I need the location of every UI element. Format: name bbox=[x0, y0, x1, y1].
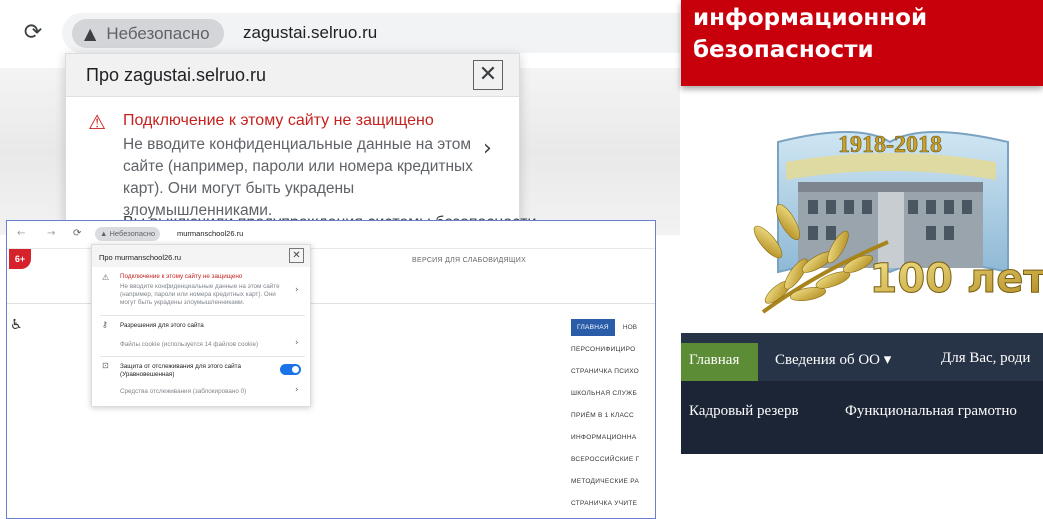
divider bbox=[100, 315, 305, 316]
chevron-right-icon[interactable]: › bbox=[295, 285, 299, 295]
menu-item-main[interactable]: ГЛАВНАЯ bbox=[571, 319, 615, 336]
tracking-protection-label: Защита от отслеживания для этого сайта (… bbox=[120, 363, 241, 378]
warning-icon: ⚠ bbox=[102, 273, 110, 282]
site-menu: ГЛАВНАЯ НОВ ПЕРСОНИФИЦИРО СТРАНИЧКА ПСИХ… bbox=[571, 319, 655, 518]
connection-warning-body: Не вводите конфиденциальные данные на эт… bbox=[123, 136, 473, 219]
chevron-right-icon[interactable]: › bbox=[295, 385, 299, 395]
navbar-row-2: Кадровый резерв Функциональная грамотно bbox=[681, 381, 1043, 454]
warning-triangle-icon: ▲ bbox=[84, 24, 97, 43]
popup-header: Про zagustai.selruo.ru ✕ bbox=[66, 54, 519, 97]
security-chip[interactable]: ▲ Небезопасно bbox=[95, 227, 161, 241]
tracking-protection-toggle[interactable] bbox=[280, 364, 301, 375]
nav-item-parents[interactable]: Для Вас, роди bbox=[941, 350, 1030, 367]
trackers-label[interactable]: Средства отслеживания (заблокировано 0) bbox=[120, 388, 246, 395]
connection-warning-title[interactable]: Подключение к этому сайту не защищено bbox=[120, 273, 242, 280]
chevron-right-icon[interactable]: › bbox=[483, 136, 492, 161]
browser-window-large: ⟳ ▲ Небезопасно zagustai.selruo.ru Про z… bbox=[0, 0, 680, 235]
back-icon[interactable]: ← bbox=[17, 228, 25, 239]
nav-item-literacy[interactable]: Функциональная грамотно bbox=[845, 403, 1017, 420]
close-icon[interactable]: ✕ bbox=[473, 60, 503, 90]
navbar-row-1: Главная Сведения об ОО ▾ Для Вас, роди bbox=[681, 333, 1043, 381]
age-rating-badge: 6+ bbox=[9, 249, 31, 269]
connection-warning-body: Не вводите конфиденциальные данные на эт… bbox=[120, 283, 280, 306]
section-banner: информационной безопасности bbox=[681, 0, 1043, 86]
nav-item-reserve[interactable]: Кадровый резерв bbox=[689, 403, 799, 420]
close-icon[interactable]: ✕ bbox=[289, 248, 304, 263]
url-text[interactable]: zagustai.selruo.ru bbox=[243, 23, 377, 43]
reload-icon[interactable]: ⟳ bbox=[20, 20, 46, 46]
site-info-popup-small: Про murmanschool26.ru ✕ ⚠ Подключение к … bbox=[91, 244, 311, 407]
menu-item[interactable]: ПРИЁМ В 1 КЛАСС bbox=[571, 412, 655, 434]
popup-title: Про murmanschool26.ru bbox=[99, 253, 182, 262]
school-anniversary-emblem: 1918-2018 100 лет bbox=[753, 131, 1043, 314]
menu-item-news[interactable]: НОВ bbox=[623, 324, 637, 331]
menu-item[interactable]: СТРАНИЧКА ПСИХО bbox=[571, 368, 655, 390]
divider bbox=[100, 356, 305, 357]
popup-title: Про zagustai.selruo.ru bbox=[86, 65, 267, 85]
menu-item[interactable]: ШКОЛЬНАЯ СЛУЖБ bbox=[571, 390, 655, 412]
menu-item[interactable]: МЕТОДИЧЕСКИЕ РА bbox=[571, 478, 655, 500]
security-chip[interactable]: ▲ Небезопасно bbox=[72, 19, 224, 48]
site-navbar: Главная Сведения об ОО ▾ Для Вас, роди К… bbox=[681, 333, 1043, 454]
popup-header: Про murmanschool26.ru ✕ bbox=[92, 245, 310, 267]
menu-item[interactable]: СТРАНИЧКА УЧИТЕ bbox=[571, 500, 655, 518]
banner-line-2: безопасности bbox=[693, 37, 874, 63]
tracking-protection-icon: ⊡ bbox=[102, 361, 109, 370]
site-info-popup: Про zagustai.selruo.ru ✕ ⚠ Подключение к… bbox=[65, 53, 536, 235]
browser-window-small: ← → ⟳ ▲ Небезопасно murmanschool26.ru 6+… bbox=[6, 220, 656, 519]
nav-item-home[interactable]: Главная bbox=[689, 352, 739, 369]
security-chip-label: Небезопасно bbox=[106, 23, 210, 43]
menu-item[interactable]: ПЕРСОНИФИЦИРО bbox=[571, 346, 655, 368]
banner-line-1: информационной bbox=[693, 5, 928, 31]
reload-icon[interactable]: ⟳ bbox=[73, 228, 81, 239]
warning-icon: ⚠ bbox=[88, 110, 106, 134]
menu-item[interactable]: ИНФОРМАЦИОННА bbox=[571, 434, 655, 456]
accessibility-icon[interactable]: ♿ bbox=[10, 317, 23, 333]
accessibility-version-link[interactable]: ВЕРСИЯ ДЛЯ СЛАБОВИДЯЩИХ bbox=[412, 257, 526, 264]
security-chip-label: Небезопасно bbox=[109, 229, 156, 238]
banner-title: информационной безопасности bbox=[693, 2, 927, 66]
forward-icon[interactable]: → bbox=[47, 228, 55, 239]
permissions-label[interactable]: Разрешения для этого сайта bbox=[120, 322, 204, 329]
connection-warning-title[interactable]: Подключение к этому сайту не защищено bbox=[123, 112, 434, 130]
menu-item[interactable]: ВСЕРОССИЙСКИЕ Г bbox=[571, 456, 655, 478]
emblem-anniversary: 100 лет bbox=[869, 256, 1043, 302]
cookies-label[interactable]: Файлы cookie (используется 14 файлов coo… bbox=[120, 341, 258, 348]
nav-item-about[interactable]: Сведения об ОО ▾ bbox=[775, 350, 891, 369]
key-icon: ⚷ bbox=[102, 320, 108, 329]
chevron-right-icon[interactable]: › bbox=[295, 338, 299, 348]
url-text[interactable]: murmanschool26.ru bbox=[177, 229, 243, 238]
